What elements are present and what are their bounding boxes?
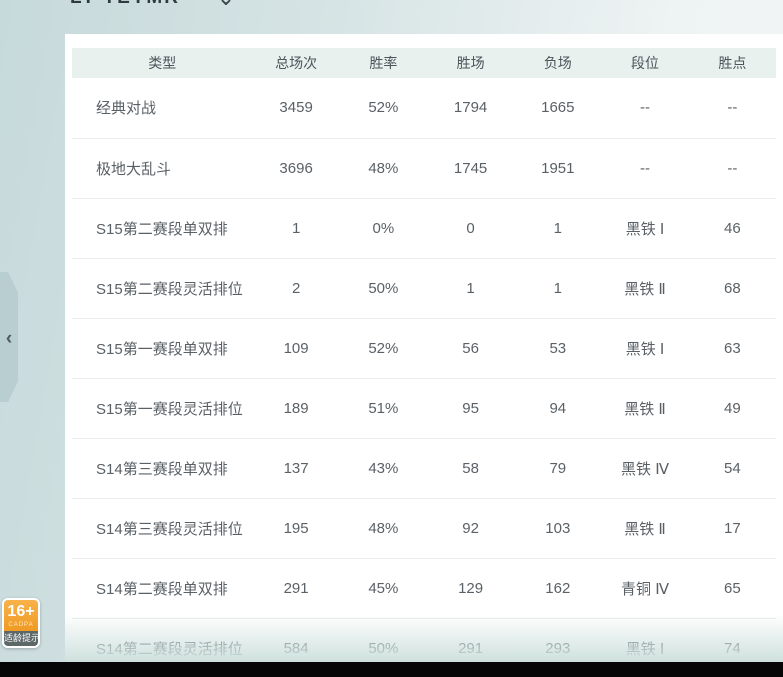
cell-winrate: 52% (340, 318, 427, 378)
cell-type: S15第一赛段灵活排位 (72, 378, 253, 438)
age-rating-number: 16+ (4, 603, 38, 621)
cell-total: 291 (253, 558, 340, 618)
col-header-total: 总场次 (253, 48, 340, 78)
cell-total: 3696 (253, 138, 340, 198)
bottom-black-bar (0, 662, 783, 677)
cell-wins: 95 (427, 378, 514, 438)
cell-winrate: 48% (340, 498, 427, 558)
col-header-wins: 胜场 (427, 48, 514, 78)
cell-wins: 1 (427, 258, 514, 318)
table-row: S14第三赛段单双排13743%5879黑铁 Ⅳ54 (72, 438, 776, 498)
cell-winrate: 52% (340, 78, 427, 138)
cell-losses: 1665 (514, 78, 601, 138)
cell-wins: 92 (427, 498, 514, 558)
cell-tier: 黑铁 Ⅳ (601, 438, 688, 498)
cell-winrate: 43% (340, 438, 427, 498)
age-rating-top: 16+ CADPA (4, 600, 38, 631)
col-header-points: 胜点 (689, 48, 776, 78)
cell-losses: 103 (514, 498, 601, 558)
table-row: S15第一赛段灵活排位18951%9594黑铁 Ⅱ49 (72, 378, 776, 438)
table-row: S15第二赛段单双排10%01黑铁 Ⅰ46 (72, 198, 776, 258)
age-rating-label: 适龄提示 (4, 631, 38, 646)
cell-losses: 1 (514, 258, 601, 318)
cell-points: -- (689, 78, 776, 138)
cell-losses: 1951 (514, 138, 601, 198)
cell-type: S15第二赛段灵活排位 (72, 258, 253, 318)
cell-winrate: 51% (340, 378, 427, 438)
cell-type: 经典对战 (72, 78, 253, 138)
cell-points: 68 (689, 258, 776, 318)
cell-wins: 1794 (427, 78, 514, 138)
cell-tier: 黑铁 Ⅱ (601, 258, 688, 318)
cell-tier: 黑铁 Ⅱ (601, 378, 688, 438)
cell-winrate: 0% (340, 198, 427, 258)
cell-type: S15第一赛段单双排 (72, 318, 253, 378)
cell-tier: -- (601, 138, 688, 198)
cell-wins: 58 (427, 438, 514, 498)
truncated-page-title: LY TEYMR (70, 0, 220, 15)
col-header-tier: 段位 (601, 48, 688, 78)
cell-wins: 129 (427, 558, 514, 618)
cell-total: 2 (253, 258, 340, 318)
cell-type: S14第三赛段灵活排位 (72, 498, 253, 558)
cell-tier: -- (601, 78, 688, 138)
cell-losses: 94 (514, 378, 601, 438)
cell-total: 137 (253, 438, 340, 498)
cell-points: 63 (689, 318, 776, 378)
truncated-page-title-text: LY TEYMR (70, 0, 220, 9)
age-rating-badge[interactable]: 16+ CADPA 适龄提示 (2, 598, 40, 648)
cell-points: -- (689, 138, 776, 198)
cell-tier: 黑铁 Ⅰ (601, 198, 688, 258)
stats-card: 类型 总场次 胜率 胜场 负场 段位 胜点 经典对战345952%1794166… (65, 34, 783, 662)
stats-table-header: 类型 总场次 胜率 胜场 负场 段位 胜点 (72, 48, 776, 78)
cell-losses: 53 (514, 318, 601, 378)
cell-type: S15第二赛段单双排 (72, 198, 253, 258)
cell-type: S14第三赛段单双排 (72, 438, 253, 498)
cell-losses: 162 (514, 558, 601, 618)
cell-tier: 青铜 Ⅳ (601, 558, 688, 618)
cell-total: 189 (253, 378, 340, 438)
col-header-type: 类型 (72, 48, 253, 78)
cell-winrate: 50% (340, 258, 427, 318)
header-row: 类型 总场次 胜率 胜场 负场 段位 胜点 (72, 48, 776, 78)
cell-tier: 黑铁 Ⅰ (601, 318, 688, 378)
age-rating-org: CADPA (4, 621, 38, 629)
cell-winrate: 48% (340, 138, 427, 198)
cell-points: 54 (689, 438, 776, 498)
cell-wins: 1745 (427, 138, 514, 198)
cell-losses: 79 (514, 438, 601, 498)
cell-total: 109 (253, 318, 340, 378)
dropdown-caret-icon[interactable]: ⌄ (210, 0, 242, 13)
cell-wins: 56 (427, 318, 514, 378)
stats-table-body: 经典对战345952%17941665----极地大乱斗369648%17451… (72, 78, 776, 677)
table-row: S14第二赛段单双排29145%129162青铜 Ⅳ65 (72, 558, 776, 618)
col-header-winrate: 胜率 (340, 48, 427, 78)
table-row: S14第三赛段灵活排位19548%92103黑铁 Ⅱ17 (72, 498, 776, 558)
table-row: S15第二赛段灵活排位250%11黑铁 Ⅱ68 (72, 258, 776, 318)
stats-table: 类型 总场次 胜率 胜场 负场 段位 胜点 经典对战345952%1794166… (72, 48, 776, 677)
cell-tier: 黑铁 Ⅱ (601, 498, 688, 558)
page-background: LY TEYMR ⌄ ‹ 类型 总场次 胜率 胜场 负场 段位 胜点 (0, 0, 783, 677)
cell-losses: 1 (514, 198, 601, 258)
cell-total: 195 (253, 498, 340, 558)
cell-points: 65 (689, 558, 776, 618)
cell-type: 极地大乱斗 (72, 138, 253, 198)
cell-total: 1 (253, 198, 340, 258)
cell-total: 3459 (253, 78, 340, 138)
col-header-losses: 负场 (514, 48, 601, 78)
collapse-panel-chevron-icon[interactable]: ‹ (0, 326, 18, 352)
cell-type: S14第二赛段单双排 (72, 558, 253, 618)
cell-wins: 0 (427, 198, 514, 258)
cell-winrate: 45% (340, 558, 427, 618)
table-row: S15第一赛段单双排10952%5653黑铁 Ⅰ63 (72, 318, 776, 378)
cell-points: 46 (689, 198, 776, 258)
cell-points: 17 (689, 498, 776, 558)
table-row: 经典对战345952%17941665---- (72, 78, 776, 138)
table-row: 极地大乱斗369648%17451951---- (72, 138, 776, 198)
cell-points: 49 (689, 378, 776, 438)
